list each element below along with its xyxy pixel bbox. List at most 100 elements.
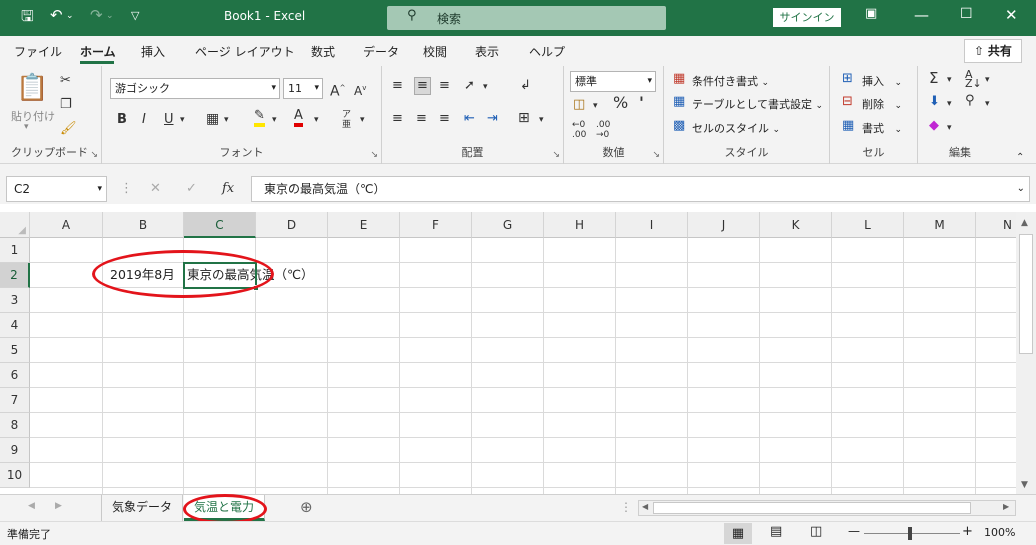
align-bottom-icon[interactable]: ≡ bbox=[439, 78, 450, 94]
decrease-decimal-icon[interactable]: .00 →0 bbox=[596, 120, 610, 140]
column-header-c[interactable]: C bbox=[184, 212, 256, 238]
fill-icon[interactable]: ⬇ bbox=[929, 94, 940, 110]
align-right-icon[interactable]: ≡ bbox=[439, 111, 450, 127]
ribbon-display-icon[interactable]: ▣ bbox=[865, 6, 877, 21]
tab-split-grip-icon[interactable]: ⋮ bbox=[620, 500, 632, 514]
increase-indent-icon[interactable]: ⇥ bbox=[487, 111, 498, 127]
column-header-n[interactable]: N bbox=[976, 212, 1016, 238]
phonetic-icon[interactable]: ア亜 bbox=[342, 110, 351, 130]
font-color-icon[interactable]: A bbox=[294, 109, 303, 127]
accounting-format-icon[interactable]: ◫ bbox=[573, 97, 585, 113]
tab-review[interactable]: 校閲 bbox=[423, 43, 447, 60]
cancel-icon[interactable]: ✕ bbox=[150, 181, 161, 197]
column-header-i[interactable]: I bbox=[616, 212, 688, 238]
share-button[interactable]: ⇧ 共有 bbox=[964, 39, 1022, 63]
paste-dropdown-icon[interactable]: ▾ bbox=[24, 122, 29, 132]
column-header-m[interactable]: M bbox=[904, 212, 976, 238]
page-layout-view-icon[interactable]: ▤ bbox=[770, 524, 782, 539]
column-header-l[interactable]: L bbox=[832, 212, 904, 238]
next-sheet-icon[interactable]: ▶ bbox=[55, 501, 62, 511]
vertical-scrollbar[interactable]: ▲ ▼ bbox=[1016, 212, 1036, 494]
row-header-3[interactable]: 3 bbox=[0, 288, 30, 313]
row-header-4[interactable]: 4 bbox=[0, 313, 30, 338]
formula-input[interactable]: 東京の最高気温（℃） ⌄ bbox=[251, 176, 1030, 202]
close-icon[interactable]: ✕ bbox=[1005, 6, 1018, 24]
horizontal-scroll-thumb[interactable] bbox=[653, 502, 971, 514]
column-header-b[interactable]: B bbox=[103, 212, 184, 238]
column-header-k[interactable]: K bbox=[760, 212, 832, 238]
horizontal-scrollbar[interactable]: ◀ ▶ bbox=[638, 500, 1016, 516]
paste-icon[interactable]: 📋 bbox=[16, 74, 48, 102]
delete-cells-button[interactable]: 削除 ⌄ bbox=[862, 96, 902, 112]
page-break-view-icon[interactable]: ◫ bbox=[810, 524, 822, 539]
tab-help[interactable]: ヘルプ bbox=[529, 43, 565, 60]
fill-color-dropdown-icon[interactable]: ▾ bbox=[272, 112, 277, 128]
tab-home[interactable]: ホーム bbox=[80, 43, 116, 60]
zoom-slider-track[interactable] bbox=[864, 533, 960, 534]
font-size-select[interactable]: 11 ▾ bbox=[283, 78, 323, 99]
zoom-slider-thumb[interactable] bbox=[908, 527, 912, 540]
save-icon[interactable]: 🖫 bbox=[21, 6, 34, 31]
clipboard-launcher-icon[interactable]: ↘ bbox=[90, 150, 98, 160]
increase-font-icon[interactable]: A^ bbox=[330, 80, 345, 100]
column-header-a[interactable]: A bbox=[30, 212, 103, 238]
format-as-table-button[interactable]: テーブルとして書式設定 ⌄ bbox=[692, 96, 823, 112]
row-header-1[interactable]: 1 bbox=[0, 238, 30, 263]
chevron-down-icon[interactable]: ⌄ bbox=[1017, 177, 1025, 201]
column-header-h[interactable]: H bbox=[544, 212, 616, 238]
percent-icon[interactable]: % bbox=[613, 95, 628, 111]
sheet-tab-weather[interactable]: 気象データ bbox=[101, 495, 184, 521]
font-name-select[interactable]: 游ゴシック ▾ bbox=[110, 78, 280, 99]
row-header-6[interactable]: 6 bbox=[0, 363, 30, 388]
clear-icon[interactable]: ◆ bbox=[929, 118, 939, 134]
tab-formulas[interactable]: 数式 bbox=[311, 43, 335, 60]
conditional-format-button[interactable]: 条件付き書式 ⌄ bbox=[692, 73, 769, 89]
row-header-10[interactable]: 10 bbox=[0, 463, 30, 488]
wrap-text-icon[interactable]: ↲ bbox=[520, 78, 531, 94]
decrease-indent-icon[interactable]: ⇤ bbox=[464, 111, 475, 127]
undo-dropdown-icon[interactable]: ⌄ bbox=[66, 11, 74, 21]
fill-dropdown-icon[interactable]: ▾ bbox=[947, 96, 952, 112]
borders-icon[interactable]: ▦ bbox=[206, 111, 219, 127]
minimize-icon[interactable]: — bbox=[914, 6, 929, 24]
increase-decimal-icon[interactable]: ←0.00 bbox=[572, 120, 586, 140]
paste-label[interactable]: 貼り付け bbox=[11, 108, 55, 124]
zoom-out-icon[interactable]: — bbox=[848, 524, 860, 538]
scroll-right-icon[interactable]: ▶ bbox=[1003, 502, 1009, 511]
alignment-launcher-icon[interactable]: ↘ bbox=[552, 150, 560, 160]
insert-cells-button[interactable]: 挿入 ⌄ bbox=[862, 73, 902, 89]
autosum-icon[interactable]: Σ bbox=[929, 70, 938, 86]
copy-icon[interactable]: ❐ bbox=[60, 97, 72, 113]
column-header-g[interactable]: G bbox=[472, 212, 544, 238]
orientation-icon[interactable]: ➚ bbox=[464, 78, 475, 94]
column-header-e[interactable]: E bbox=[328, 212, 400, 238]
align-left-icon[interactable]: ≡ bbox=[392, 111, 403, 127]
italic-icon[interactable]: I bbox=[142, 112, 146, 128]
borders-dropdown-icon[interactable]: ▾ bbox=[224, 112, 229, 128]
prev-sheet-icon[interactable]: ◀ bbox=[28, 501, 35, 511]
scroll-left-icon[interactable]: ◀ bbox=[642, 502, 648, 511]
merge-dropdown-icon[interactable]: ▾ bbox=[539, 112, 544, 128]
decrease-font-icon[interactable]: Av bbox=[354, 80, 366, 99]
row-header-2[interactable]: 2 bbox=[0, 263, 30, 288]
accounting-dropdown-icon[interactable]: ▾ bbox=[593, 98, 598, 114]
add-sheet-icon[interactable]: ⊕ bbox=[300, 498, 313, 516]
signin-button[interactable]: サインイン bbox=[773, 8, 841, 27]
column-header-f[interactable]: F bbox=[400, 212, 472, 238]
column-header-d[interactable]: D bbox=[256, 212, 328, 238]
font-color-dropdown-icon[interactable]: ▾ bbox=[314, 112, 319, 128]
autosum-dropdown-icon[interactable]: ▾ bbox=[947, 72, 952, 88]
scroll-down-icon[interactable]: ▼ bbox=[1021, 480, 1028, 490]
format-painter-icon[interactable]: 🖌 bbox=[60, 121, 77, 137]
underline-dropdown-icon[interactable]: ▾ bbox=[180, 112, 185, 128]
clear-dropdown-icon[interactable]: ▾ bbox=[947, 120, 952, 136]
orientation-dropdown-icon[interactable]: ▾ bbox=[483, 79, 488, 95]
customize-toolbar-icon[interactable]: ▽ bbox=[131, 9, 139, 22]
tab-data[interactable]: データ bbox=[363, 43, 399, 60]
number-format-select[interactable]: 標準 ▾ bbox=[570, 71, 656, 92]
number-launcher-icon[interactable]: ↘ bbox=[652, 150, 660, 160]
insert-function-icon[interactable]: fx bbox=[222, 181, 234, 197]
undo-icon[interactable]: ↶ bbox=[50, 6, 63, 24]
zoom-level[interactable]: 100% bbox=[984, 526, 1015, 539]
search-box[interactable]: ⚲ 検索 bbox=[387, 6, 666, 30]
